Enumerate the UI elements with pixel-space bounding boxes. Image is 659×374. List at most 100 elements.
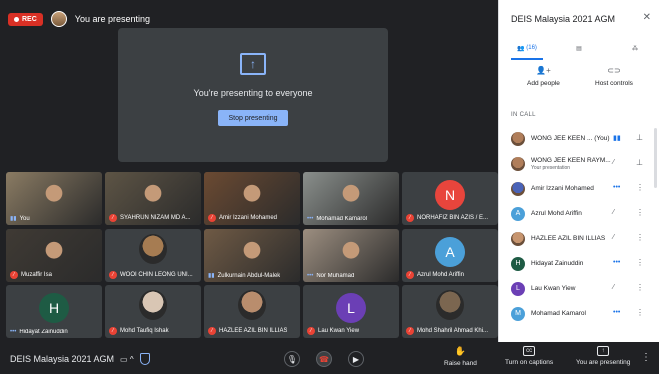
add-people-button[interactable]: 👤+ Add people xyxy=(527,66,560,87)
raise-hand-label: Raise hand xyxy=(444,360,477,367)
participant-name: Lau Kwan Yiew xyxy=(531,285,576,292)
hang-up-icon: ☎ xyxy=(319,354,329,364)
participant-tile[interactable]: ▮▮ You xyxy=(6,172,102,225)
presenting-card: ↑ You're presenting to everyone Stop pre… xyxy=(118,28,388,162)
avatar: L xyxy=(336,293,366,323)
participant-tile[interactable]: ⁄ Mohd Shahril Ahmad Khi... xyxy=(402,285,498,338)
audio-level-icon[interactable]: ••• xyxy=(613,184,620,191)
pin-icon[interactable]: ⊥ xyxy=(636,158,643,167)
participant-entry: Amir Izzani Mohamed xyxy=(531,185,613,192)
participant-name: Mohd Taufiq Ishak xyxy=(120,328,169,334)
shield-icon[interactable] xyxy=(139,353,150,365)
more-options-icon[interactable]: ⋮ xyxy=(636,283,644,292)
tab-chat[interactable]: ▤ xyxy=(563,38,595,58)
avatar xyxy=(139,290,167,320)
list-item[interactable]: M Mohamad Kamarol ••• ⋮ xyxy=(499,301,659,326)
more-options-icon[interactable]: ⋮ xyxy=(636,208,644,217)
participant-name: Amir Izzani Mohamed xyxy=(531,185,594,192)
host-controls-button[interactable]: ⊂⊃ Host controls xyxy=(595,66,633,87)
recording-badge: REC xyxy=(8,12,43,26)
participant-tile[interactable]: ••• Mohamad Kamarol xyxy=(303,172,399,225)
participant-tile[interactable]: ⁄ Muzaffir Isa xyxy=(6,229,102,282)
participant-tile[interactable]: A ⁄ Azrul Mohd Ariffin xyxy=(402,229,498,282)
participant-entry: Azrul Mohd Ariffin xyxy=(531,210,613,217)
participant-tile[interactable]: ⁄ SYAHRUN NIZAM MD A... xyxy=(105,172,201,225)
audio-level-icon[interactable]: ••• xyxy=(613,309,620,316)
participant-entry: HAZLEE AZIL BIN ILLIAS xyxy=(531,235,613,242)
captions-icon: cc xyxy=(523,346,536,356)
participant-name: Hidayat Zainuddin xyxy=(19,329,68,335)
list-item[interactable]: Amir Izzani Mohamed ••• ⋮ xyxy=(499,176,659,201)
mic-off-icon[interactable]: ⁄ xyxy=(613,159,614,166)
camera-icon: ▶ xyxy=(352,354,360,364)
participant-tile[interactable]: ••• Nor Muhamad xyxy=(303,229,399,282)
participant-name: HAZLEE AZIL BIN ILLIAS xyxy=(219,328,288,334)
mic-off-icon[interactable]: ⁄ xyxy=(613,284,614,291)
audio-level-icon[interactable]: ••• xyxy=(613,259,620,266)
more-options-icon[interactable]: ⋮ xyxy=(636,258,644,267)
more-options-icon[interactable]: ⋮ xyxy=(641,352,651,363)
captions-label: Turn on captions xyxy=(505,359,554,366)
list-item[interactable]: WONG JEE KEEN ... (You) ▮▮ ⊥ xyxy=(499,126,659,151)
pin-icon[interactable]: ⊥ xyxy=(636,133,643,142)
participant-entry: WONG JEE KEEN ... (You) xyxy=(531,135,613,142)
participant-tile[interactable]: ⁄ Mohd Taufiq Ishak xyxy=(105,285,201,338)
participant-name-tag: ⁄ Mohd Shahril Ahmad Khi... xyxy=(406,327,488,335)
mic-off-icon: ⁄ xyxy=(208,214,216,222)
avatar xyxy=(511,231,525,246)
participant-tile[interactable]: N ⁄ NORHAFIZ BIN AZIS / E... xyxy=(402,172,498,225)
close-icon[interactable]: ✕ xyxy=(643,12,651,23)
participant-tile[interactable]: ▮▮ Zulkurnain Abdul-Malek xyxy=(204,229,300,282)
captions-button[interactable]: cc Turn on captions xyxy=(505,346,553,366)
speaking-icon: ▮▮ xyxy=(208,273,215,279)
list-item[interactable]: H Hidayat Zainuddin ••• ⋮ xyxy=(499,251,659,276)
stop-presenting-button[interactable]: Stop presenting xyxy=(218,110,288,126)
chevron-up-icon[interactable]: ▭ ^ xyxy=(120,355,134,364)
leave-call-button[interactable]: ☎ xyxy=(316,351,332,367)
more-options-icon[interactable]: ⋮ xyxy=(636,308,644,317)
mic-off-icon: ⁄ xyxy=(208,327,216,335)
tab-people[interactable]: 👥 (16) xyxy=(507,38,547,60)
participant-tile[interactable]: H ••• Hidayat Zainuddin xyxy=(6,285,102,338)
participant-name: Azrul Mohd Ariffin xyxy=(531,210,582,217)
present-screen-icon: ↑ xyxy=(240,53,266,75)
camera-button[interactable]: ▶ xyxy=(348,351,364,367)
present-now-button[interactable]: ↑ You are presenting xyxy=(576,346,630,366)
participant-name-tag: ▮▮ You xyxy=(10,215,30,223)
more-options-icon[interactable]: ⋮ xyxy=(636,183,644,192)
list-item[interactable]: L Lau Kwan Yiew ⁄ ⋮ xyxy=(499,276,659,301)
meeting-details[interactable]: DEIS Malaysia 2021 AGM ▭ ^ xyxy=(10,353,150,365)
add-people-label: Add people xyxy=(527,80,560,87)
mic-off-icon: ⁄ xyxy=(406,327,414,335)
participant-tile[interactable]: ⁄ WOOI CHIN LEONG UNI... xyxy=(105,229,201,282)
participant-tile[interactable]: ⁄ Amir Izzani Mohamed xyxy=(204,172,300,225)
audio-level-icon: ••• xyxy=(10,329,17,335)
list-item[interactable]: HAZLEE AZIL BIN ILLIAS ⁄ ⋮ xyxy=(499,226,659,251)
list-item[interactable]: WONG JEE KEEN RAYM... Your presentation ⁄ ⊥ xyxy=(499,151,659,176)
mic-off-icon[interactable]: ⁄ xyxy=(613,234,614,241)
speaking-icon[interactable]: ▮▮ xyxy=(613,134,621,142)
participant-tile[interactable]: ⁄ HAZLEE AZIL BIN ILLIAS xyxy=(204,285,300,338)
raise-hand-button[interactable]: ✋ Raise hand xyxy=(444,346,477,367)
more-options-icon[interactable]: ⋮ xyxy=(636,233,644,242)
list-item[interactable]: A Azrul Mohd Ariffin ⁄ ⋮ xyxy=(499,201,659,226)
panel-scrollbar[interactable] xyxy=(654,128,657,188)
mic-off-icon[interactable]: ⁄ xyxy=(613,209,614,216)
participant-name-tag: ⁄ HAZLEE AZIL BIN ILLIAS xyxy=(208,327,287,335)
people-panel: DEIS Malaysia 2021 AGM ✕ 👥 (16) ▤ ⁂ 👤+ A… xyxy=(498,0,659,342)
avatar: H xyxy=(511,256,525,271)
tab-activities[interactable]: ⁂ xyxy=(619,38,651,58)
meeting-title: DEIS Malaysia 2021 AGM xyxy=(10,354,115,364)
avatar: H xyxy=(39,293,69,323)
participant-tile[interactable]: L ⁄ Lau Kwan Yiew xyxy=(303,285,399,338)
presenting-message: You're presenting to everyone xyxy=(193,88,313,98)
microphone-button[interactable]: 🎙 xyxy=(284,351,300,367)
record-dot-icon xyxy=(14,16,19,22)
participant-name: NORHAFIZ BIN AZIS / E... xyxy=(417,215,489,221)
participant-name-tag: ⁄ Azrul Mohd Ariffin xyxy=(406,271,464,279)
present-icon: ↑ xyxy=(597,346,610,356)
avatar: A xyxy=(435,237,465,267)
avatar xyxy=(139,234,167,264)
participant-name-tag: ⁄ Mohd Taufiq Ishak xyxy=(109,327,169,335)
bottom-toolbar: DEIS Malaysia 2021 AGM ▭ ^ 🎙 ☎ ▶ ✋ Raise… xyxy=(0,342,659,374)
